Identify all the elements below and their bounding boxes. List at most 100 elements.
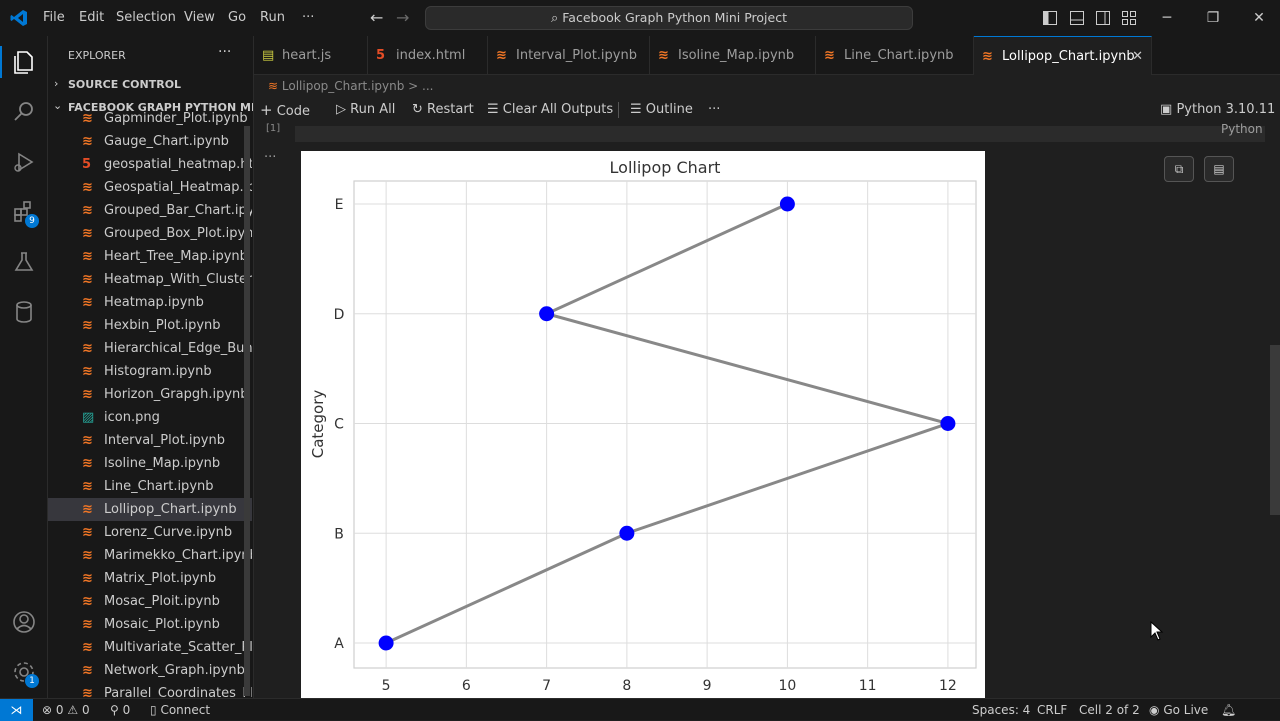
file-item[interactable]: ≋ Gauge_Chart.ipynb — [48, 130, 252, 153]
close-tab-icon[interactable]: ✕ — [1132, 37, 1143, 76]
y-tick-label: B — [334, 526, 344, 542]
toggle-secondary-sidebar-icon[interactable] — [1096, 11, 1110, 25]
kernel-picker[interactable]: ▣ Python 3.10.11 — [1160, 97, 1275, 123]
editor-tab[interactable]: 5 index.html — [368, 36, 488, 75]
copy-output-icon[interactable]: ⧉ — [1164, 156, 1194, 182]
ipynb-file-icon: ≋ — [82, 640, 93, 655]
error-count: 0 — [55, 703, 64, 717]
file-item[interactable]: ≋ Grouped_Box_Plot.ipynb — [48, 222, 252, 245]
file-item[interactable]: ≋ Horizon_Grapgh.ipynb — [48, 383, 252, 406]
file-item[interactable]: ≋ Histogram.ipynb — [48, 360, 252, 383]
editor-scrollbar[interactable] — [1270, 345, 1280, 515]
file-name: Interval_Plot.ipynb — [104, 433, 225, 448]
remote-indicator-icon[interactable]: ⋊ — [0, 699, 33, 721]
menu-go[interactable]: Go — [228, 0, 246, 36]
toggle-panel-icon[interactable] — [1070, 11, 1084, 25]
ipynb-file-icon: ≋ — [82, 295, 93, 310]
file-item[interactable]: ▨ icon.png — [48, 406, 252, 429]
explorer-more-icon[interactable]: ··· — [218, 44, 231, 60]
file-item[interactable]: ≋ Line_Chart.ipynb — [48, 475, 252, 498]
explorer-title: EXPLORER — [68, 49, 126, 62]
run-debug-icon[interactable] — [10, 148, 38, 176]
editor-tab[interactable]: ≋ Interval_Plot.ipynb — [488, 36, 650, 75]
file-name: Network_Graph.ipynb — [104, 663, 245, 678]
menu-selection[interactable]: Selection — [116, 0, 176, 36]
file-item[interactable]: ≋ Lollipop_Chart.ipynb — [48, 498, 252, 521]
file-item[interactable]: ≋ Matrix_Plot.ipynb — [48, 567, 252, 590]
menu-file[interactable]: File — [43, 0, 65, 36]
testing-flask-icon[interactable] — [10, 248, 38, 276]
file-item[interactable]: ≋ Heart_Tree_Map.ipynb — [48, 245, 252, 268]
file-item[interactable]: ≋ Interval_Plot.ipynb — [48, 429, 252, 452]
add-code-button[interactable]: + Code — [260, 97, 310, 123]
customize-layout-icon[interactable] — [1122, 11, 1136, 25]
menu-view[interactable]: View — [184, 0, 215, 36]
account-icon[interactable] — [10, 608, 38, 636]
editor-tab[interactable]: ≋ Isoline_Map.ipynb — [650, 36, 816, 75]
file-name: Isoline_Map.ipynb — [104, 456, 221, 471]
outline-button[interactable]: ☰ Outline — [630, 97, 693, 123]
restart-button[interactable]: ↻ Restart — [412, 97, 474, 123]
file-item[interactable]: ≋ Heatmap.ipynb — [48, 291, 252, 314]
file-item[interactable]: ≋ Isoline_Map.ipynb — [48, 452, 252, 475]
file-item[interactable]: ≋ Grouped_Bar_Chart.ipy... — [48, 199, 252, 222]
file-item[interactable]: ≋ Hexbin_Plot.ipynb — [48, 314, 252, 337]
file-item[interactable]: ≋ Lorenz_Curve.ipynb — [48, 521, 252, 544]
search-icon[interactable] — [10, 98, 38, 126]
file-name: Hierarchical_Edge_Bun... — [104, 341, 252, 356]
file-item[interactable]: ≋ Marimekko_Chart.ipynb — [48, 544, 252, 567]
chevron-right-icon: › — [54, 77, 59, 90]
outline-icon: ☰ — [630, 102, 642, 117]
notifications-bell-icon[interactable]: 🔔︎ — [1221, 699, 1236, 721]
sidebar-scrollbar[interactable] — [244, 126, 250, 696]
source-control-section[interactable]: › SOURCE CONTROL — [48, 74, 252, 96]
title-bar: File Edit Selection View Go Run ··· ← → … — [0, 0, 1280, 36]
database-icon[interactable] — [10, 298, 38, 326]
indentation-indicator[interactable]: Spaces: 4 — [972, 699, 1030, 721]
code-cell-collapsed[interactable] — [295, 126, 1265, 142]
ports-indicator[interactable]: ⚲ 0 — [110, 699, 130, 721]
editor-tab[interactable]: ≋ Lollipop_Chart.ipynb ✕ — [974, 36, 1152, 75]
problems-indicator[interactable]: ⊗ 0 ⚠ 0 — [42, 699, 90, 721]
menu-more[interactable]: ··· — [302, 0, 314, 36]
ipynb-file-icon: ≋ — [824, 48, 835, 63]
connect-button[interactable]: ▯ Connect — [150, 699, 210, 721]
ipynb-file-icon: ≋ — [82, 433, 93, 448]
command-center-search[interactable]: ⌕ Facebook Graph Python Mini Project — [425, 6, 913, 30]
explorer-icon[interactable] — [10, 48, 38, 76]
ipynb-file-icon: ≋ — [82, 686, 93, 699]
file-item[interactable]: ≋ Geospatial_Heatmap.ip... — [48, 176, 252, 199]
vscode-logo-icon — [10, 10, 27, 26]
menu-run[interactable]: Run — [260, 0, 285, 36]
close-window-icon[interactable]: ✕ — [1236, 0, 1280, 36]
file-item[interactable]: ≋ Hierarchical_Edge_Bun... — [48, 337, 252, 360]
go-live-button[interactable]: ◉ Go Live — [1149, 699, 1208, 721]
save-output-icon[interactable]: ▤ — [1204, 156, 1234, 182]
file-item[interactable]: 5 geospatial_heatmap.html — [48, 153, 252, 176]
file-item[interactable]: ≋ Mosac_Ploit.ipynb — [48, 590, 252, 613]
clear-outputs-button[interactable]: ☰ Clear All Outputs — [487, 97, 613, 123]
restore-icon[interactable]: ❐ — [1190, 0, 1236, 36]
cell-indicator[interactable]: Cell 2 of 2 — [1079, 699, 1140, 721]
restart-label: Restart — [427, 102, 474, 117]
editor-tab[interactable]: ▤ heart.js — [254, 36, 368, 75]
toggle-sidebar-icon[interactable] — [1043, 11, 1057, 25]
cell-language-label[interactable]: Python — [1221, 122, 1263, 136]
editor-tab[interactable]: ≋ Line_Chart.ipynb — [816, 36, 974, 75]
breadcrumb[interactable]: ≋ Lollipop_Chart.ipynb > ... — [268, 75, 433, 97]
file-item[interactable]: ≋ Multivariate_Scatter_Pl... — [48, 636, 252, 659]
output-more-icon[interactable]: ··· — [264, 150, 276, 165]
file-item[interactable]: ≋ Parallel_Coordinates_Pl... — [48, 682, 252, 698]
file-item[interactable]: ≋ Gapminder_Plot.ipynb — [48, 107, 252, 130]
minimize-icon[interactable]: ─ — [1144, 0, 1190, 36]
back-arrow-icon[interactable]: ← — [370, 8, 383, 27]
data-point — [378, 635, 394, 651]
file-item[interactable]: ≋ Mosaic_Plot.ipynb — [48, 613, 252, 636]
file-item[interactable]: ≋ Network_Graph.ipynb — [48, 659, 252, 682]
forward-arrow-icon[interactable]: → — [396, 8, 409, 27]
run-all-button[interactable]: ▷ Run All — [336, 97, 395, 123]
file-item[interactable]: ≋ Heatmap_With_Clusteri... — [48, 268, 252, 291]
menu-edit[interactable]: Edit — [79, 0, 104, 36]
toolbar-more-button[interactable]: ··· — [708, 97, 720, 123]
eol-indicator[interactable]: CRLF — [1037, 699, 1067, 721]
